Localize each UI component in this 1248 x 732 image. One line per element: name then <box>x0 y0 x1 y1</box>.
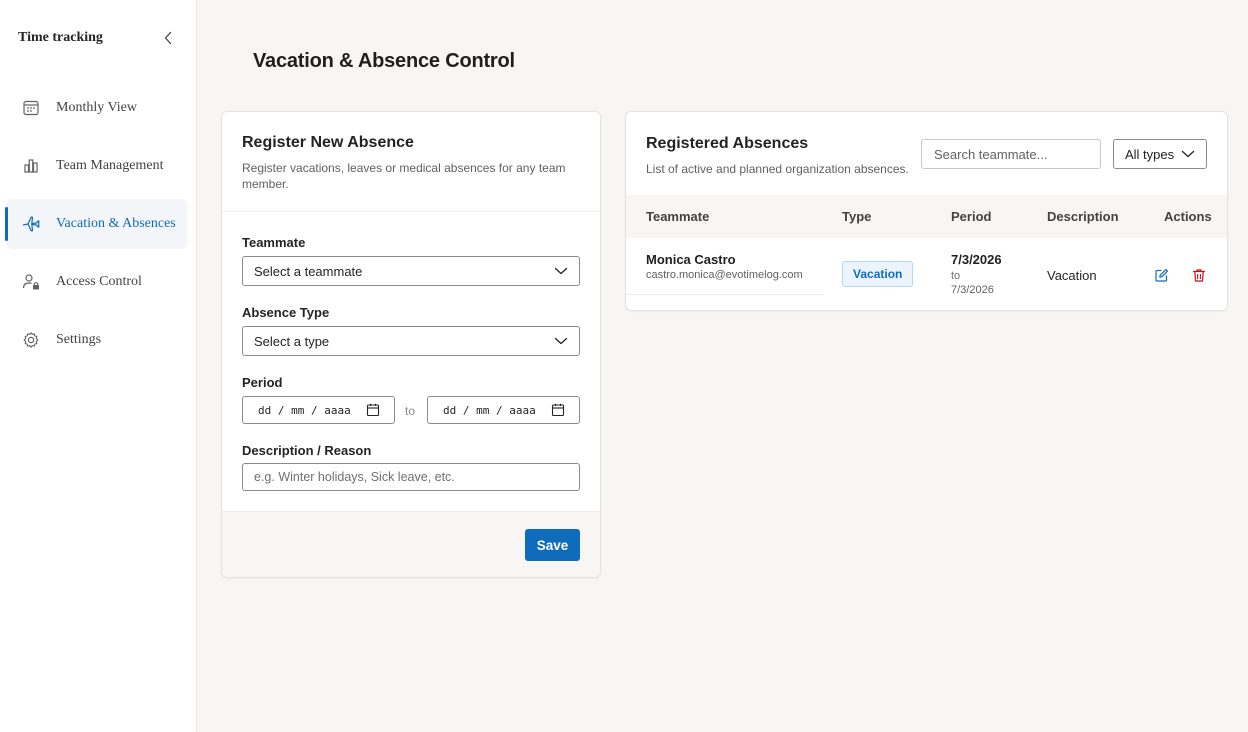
column-header-teammate: Teammate <box>646 209 710 224</box>
date-to-input[interactable]: dd / mm / aaaa <box>427 396 580 424</box>
sidebar-item-label: Settings <box>56 332 102 347</box>
register-card-header: Register New Absence Register vacations,… <box>222 112 600 212</box>
calendar-icon <box>551 403 565 417</box>
sidebar-header: Time tracking <box>18 28 178 48</box>
sidebar-item-label: Vacation & Absences <box>56 216 176 231</box>
table-header: Teammate Type Period Description Actions <box>626 195 1227 238</box>
sidebar-item-monthly-view[interactable]: Monthly View <box>6 83 187 133</box>
teammate-select-value: Select a teammate <box>254 263 363 279</box>
column-header-description: Description <box>1047 209 1119 224</box>
absence-type-badge: Vacation <box>842 261 914 287</box>
chevron-down-icon <box>1181 150 1195 158</box>
sidebar-item-label: Access Control <box>56 274 142 289</box>
trash-icon <box>1192 268 1206 282</box>
chevron-down-icon <box>554 267 568 275</box>
registered-absences-card: Registered Absences List of active and p… <box>625 111 1228 311</box>
column-header-type: Type <box>842 209 872 224</box>
period-label: Period <box>242 375 283 390</box>
absences-card-subtitle: List of active and planned organization … <box>646 162 909 176</box>
gear-icon <box>23 332 39 348</box>
chevron-down-icon <box>554 337 568 345</box>
delete-absence-button[interactable] <box>1190 266 1208 284</box>
absence-type-select[interactable]: Select a type <box>242 326 580 356</box>
teammate-label: Teammate <box>242 235 306 250</box>
type-filter-value: All types <box>1125 146 1175 162</box>
period-to: 7/3/2026 <box>951 284 994 296</box>
register-card-title: Register New Absence <box>242 134 414 151</box>
chevron-left-icon <box>164 31 172 45</box>
sidebar-item-vacation-absences[interactable]: Vacation & Absences <box>5 199 187 249</box>
collapse-sidebar-button[interactable] <box>158 28 178 48</box>
absence-description: Vacation <box>1047 268 1097 283</box>
teammate-email: castro.monica@evotimelog.com <box>646 269 803 281</box>
airplane-icon <box>22 216 40 232</box>
period-from: 7/3/2026 <box>951 252 1002 267</box>
absence-type-select-value: Select a type <box>254 333 330 349</box>
sidebar-item-team-management[interactable]: Team Management <box>6 141 187 191</box>
date-from-value: dd / mm / aaaa <box>258 403 351 417</box>
app-title: Time tracking <box>18 30 103 45</box>
teammate-select[interactable]: Select a teammate <box>242 256 580 286</box>
sidebar: Time tracking Monthly View Team Manageme… <box>0 0 197 732</box>
edit-icon <box>1154 268 1168 282</box>
description-input[interactable] <box>242 463 580 491</box>
sidebar-item-settings[interactable]: Settings <box>6 315 187 365</box>
column-header-actions: Actions <box>1164 209 1212 224</box>
calendar-icon <box>366 403 380 417</box>
page-title: Vacation & Absence Control <box>253 50 515 72</box>
sidebar-item-label: Monthly View <box>56 100 137 115</box>
sidebar-item-access-control[interactable]: Access Control <box>6 257 187 307</box>
absences-card-title: Registered Absences <box>646 135 809 152</box>
absence-type-label: Absence Type <box>242 305 330 320</box>
edit-absence-button[interactable] <box>1152 266 1170 284</box>
chart-bar-icon <box>24 159 38 173</box>
date-to-value: dd / mm / aaaa <box>443 403 536 417</box>
sidebar-item-label: Team Management <box>56 158 164 173</box>
row-divider <box>626 294 824 295</box>
column-header-period: Period <box>951 209 992 224</box>
register-card-subtitle: Register vacations, leaves or medical ab… <box>242 161 566 191</box>
description-label: Description / Reason <box>242 443 372 458</box>
calendar-icon <box>23 100 39 116</box>
register-absence-card: Register New Absence Register vacations,… <box>221 111 601 578</box>
register-card-footer: Save <box>222 511 600 577</box>
date-from-input[interactable]: dd / mm / aaaa <box>242 396 395 424</box>
period-to-text: to <box>951 270 961 282</box>
save-button[interactable]: Save <box>525 529 580 561</box>
teammate-name: Monica Castro <box>646 252 736 267</box>
search-teammate-input[interactable] <box>921 139 1101 169</box>
people-lock-icon <box>22 274 39 290</box>
period-to-label: to <box>405 404 416 418</box>
table-row: Monica Castro castro.monica@evotimelog.c… <box>626 238 1227 310</box>
type-filter-select[interactable]: All types <box>1113 139 1207 169</box>
